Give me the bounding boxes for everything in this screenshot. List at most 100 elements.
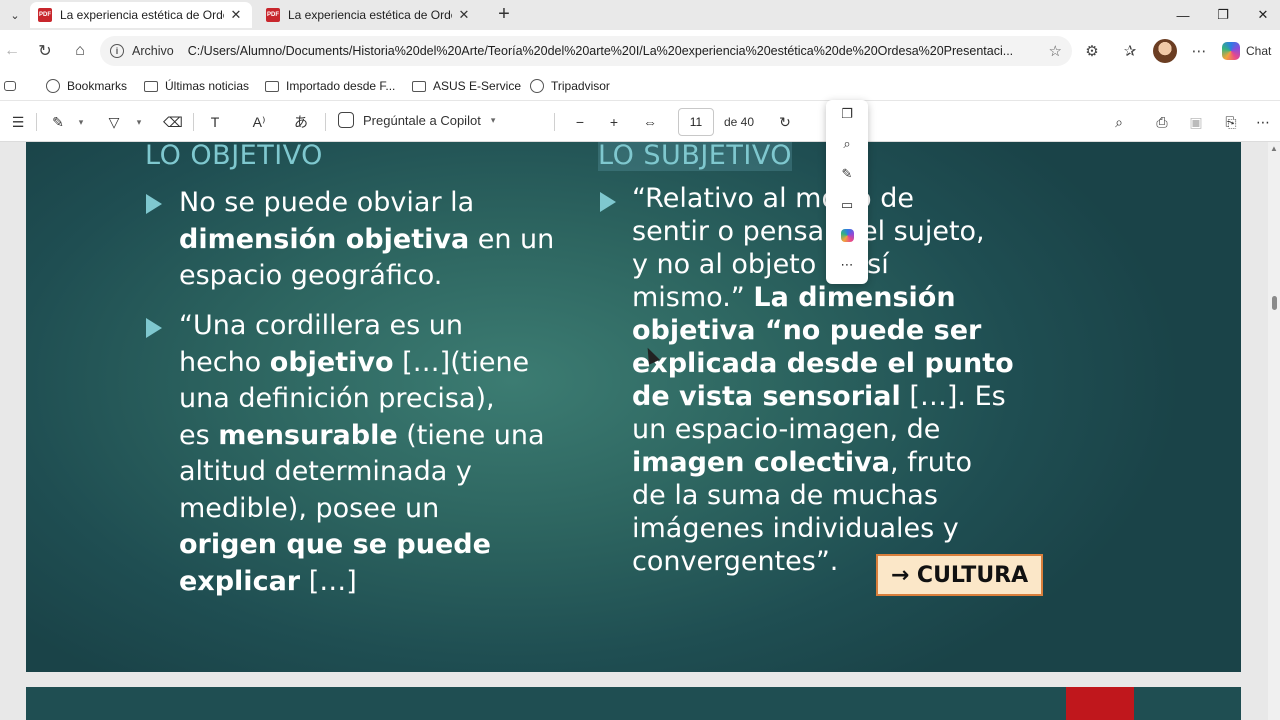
extensions-icon[interactable]: ⚙ [1080, 39, 1104, 63]
translate-icon[interactable]: あ [290, 111, 312, 133]
address-url[interactable]: C:/Users/Alumno/Documents/Historia%20del… [188, 44, 1041, 58]
browser-tab-1[interactable]: PDF La experiencia estética de Ordesa P … [30, 2, 252, 28]
comment-icon[interactable]: ▭ [837, 195, 857, 215]
bookmark-bookmarks[interactable]: Bookmarks [46, 78, 127, 94]
bookmark-label: ASUS E-Service [433, 79, 522, 93]
text-line: es mensurable (tiene una [179, 418, 545, 455]
bookmarks-bar-icon [4, 78, 16, 94]
tab-actions-menu-icon[interactable]: ⌄ [4, 6, 26, 24]
text-span: en un [469, 223, 555, 255]
tab-close-icon[interactable]: ✕ [228, 7, 244, 23]
rotate-icon[interactable]: ↻ [775, 111, 795, 133]
copilot-icon [338, 112, 354, 128]
favorite-star-icon[interactable]: ☆ [1049, 42, 1062, 60]
zoom-out-icon[interactable]: − [570, 111, 590, 133]
info-icon[interactable]: i [110, 44, 124, 58]
address-scheme-label: Archivo [132, 44, 174, 58]
draw-icon[interactable]: ▽ [104, 111, 124, 133]
right-heading: LO SUBJETIVO [598, 142, 793, 171]
chevron-down-icon[interactable]: ▾ [132, 111, 146, 133]
browser-tab-2[interactable]: PDF La experiencia estética de Ordesa P … [258, 2, 480, 28]
bold-text: explicada desde el punto [632, 348, 1014, 379]
tab-close-icon[interactable]: ✕ [456, 7, 472, 23]
pdf-file-icon: PDF [266, 8, 280, 22]
copilot-icon [1222, 42, 1240, 60]
favorites-icon[interactable]: ✰ [1118, 39, 1142, 63]
more-options-icon[interactable]: ⋯ [1253, 111, 1273, 133]
search-icon[interactable]: ⌕ [1109, 111, 1129, 133]
search-icon[interactable]: ⌕ [837, 134, 857, 154]
highlight-icon[interactable]: ✎ [48, 111, 68, 133]
eraser-icon[interactable]: ⌫ [163, 111, 183, 133]
next-slide-page [26, 687, 1241, 720]
bullet-arrow-icon [146, 194, 162, 214]
save-as-icon[interactable]: ⎘ [1220, 111, 1242, 133]
new-tab-button[interactable]: + [492, 3, 516, 27]
page-number-input[interactable]: 11 [678, 108, 714, 136]
bold-text: objetivo [269, 346, 394, 378]
highlight-icon[interactable]: ✎ [837, 164, 857, 184]
globe-icon [530, 79, 544, 93]
zoom-in-icon[interactable]: + [604, 111, 624, 133]
bookmark-label: Tripadvisor [551, 79, 610, 93]
text-line: dimensión objetiva en un [179, 222, 554, 259]
vertical-scrollbar[interactable]: ▲ [1268, 142, 1280, 720]
cultura-link-button[interactable]: → CULTURA [876, 554, 1043, 596]
text-span: , fruto [889, 447, 972, 478]
add-text-icon[interactable]: T [205, 111, 225, 133]
divider [325, 113, 326, 131]
text-line: una definición precisa), [179, 383, 495, 414]
slide-page: LO OBJETIVO LO SUBJETIVO No se puede obv… [26, 142, 1241, 672]
more-menu-icon[interactable]: ⋯ [1187, 39, 1211, 63]
save-icon[interactable]: ▣ [1185, 111, 1207, 133]
copilot-icon[interactable] [837, 225, 857, 245]
read-aloud-icon[interactable]: A⁾ [248, 111, 270, 133]
bookmark-label: Últimas noticias [165, 79, 250, 93]
left-heading: LO OBJETIVO [145, 142, 323, 171]
bold-text: objetiva “no puede ser [632, 315, 982, 346]
globe-icon [46, 79, 60, 93]
contents-list-icon[interactable]: ☰ [8, 111, 28, 133]
refresh-icon[interactable]: ↻ [33, 39, 57, 63]
print-icon[interactable]: ⎙ [1151, 111, 1173, 133]
pdf-document-area: LO OBJETIVO LO SUBJETIVO No se puede obv… [0, 142, 1280, 720]
bold-text: La dimensión [753, 282, 956, 313]
copy-icon[interactable]: ❐ [837, 104, 857, 124]
home-icon[interactable]: ⌂ [68, 39, 92, 63]
bookmark-label: Bookmarks [67, 79, 128, 93]
text-line: objetiva “no puede ser [632, 314, 1014, 347]
tab-title: La experiencia estética de Ordesa P [60, 8, 224, 22]
fit-to-width-icon[interactable]: ⇔ [639, 111, 661, 133]
bold-text: de vista sensorial [632, 381, 901, 412]
text-line: No se puede obviar la [179, 187, 475, 218]
text-line: mismo.” La dimensión [632, 281, 1014, 314]
bold-text: imagen colectiva [632, 447, 890, 478]
scrollbar-thumb[interactable] [1272, 296, 1277, 310]
bookmark-asus-eservice[interactable]: ASUS E-Service [412, 78, 521, 94]
bookmark-ultimas-noticias[interactable]: Últimas noticias [144, 78, 249, 94]
bold-text: dimensión objetiva [179, 223, 470, 255]
divider [193, 113, 194, 131]
text-span: es [179, 419, 219, 451]
profile-avatar[interactable] [1153, 39, 1177, 63]
bookmark-importado[interactable]: Importado desde F... [265, 78, 395, 94]
copilot-chat-button[interactable]: Chat [1222, 39, 1271, 63]
tab-title: La experiencia estética de Ordesa P [288, 8, 452, 22]
bookmark-tripadvisor[interactable]: Tripadvisor [530, 78, 610, 94]
divider [36, 113, 37, 131]
more-options-icon[interactable]: ⋯ [837, 255, 857, 275]
ask-copilot-button[interactable]: Pregúntale a Copilot ▾ [338, 112, 495, 128]
address-bar[interactable]: i Archivo C:/Users/Alumno/Documents/Hist… [100, 36, 1072, 66]
bold-text: mensurable [218, 419, 398, 451]
bold-text: origen que se puede [179, 529, 491, 560]
close-window-icon[interactable]: ✕ [1240, 0, 1280, 30]
back-icon[interactable]: ← [0, 39, 24, 63]
text-span: (tiene una [397, 419, 545, 451]
text-span: […](tiene [393, 346, 530, 378]
chevron-down-icon[interactable]: ▾ [74, 111, 88, 133]
bookmarks-bar: Bookmarks Últimas noticias Importado des… [0, 72, 1280, 100]
scroll-up-icon[interactable]: ▲ [1270, 144, 1278, 153]
text-span: mismo.” [632, 282, 754, 313]
bold-text: explicar [179, 565, 301, 597]
text-line: origen que se puede [179, 527, 545, 564]
